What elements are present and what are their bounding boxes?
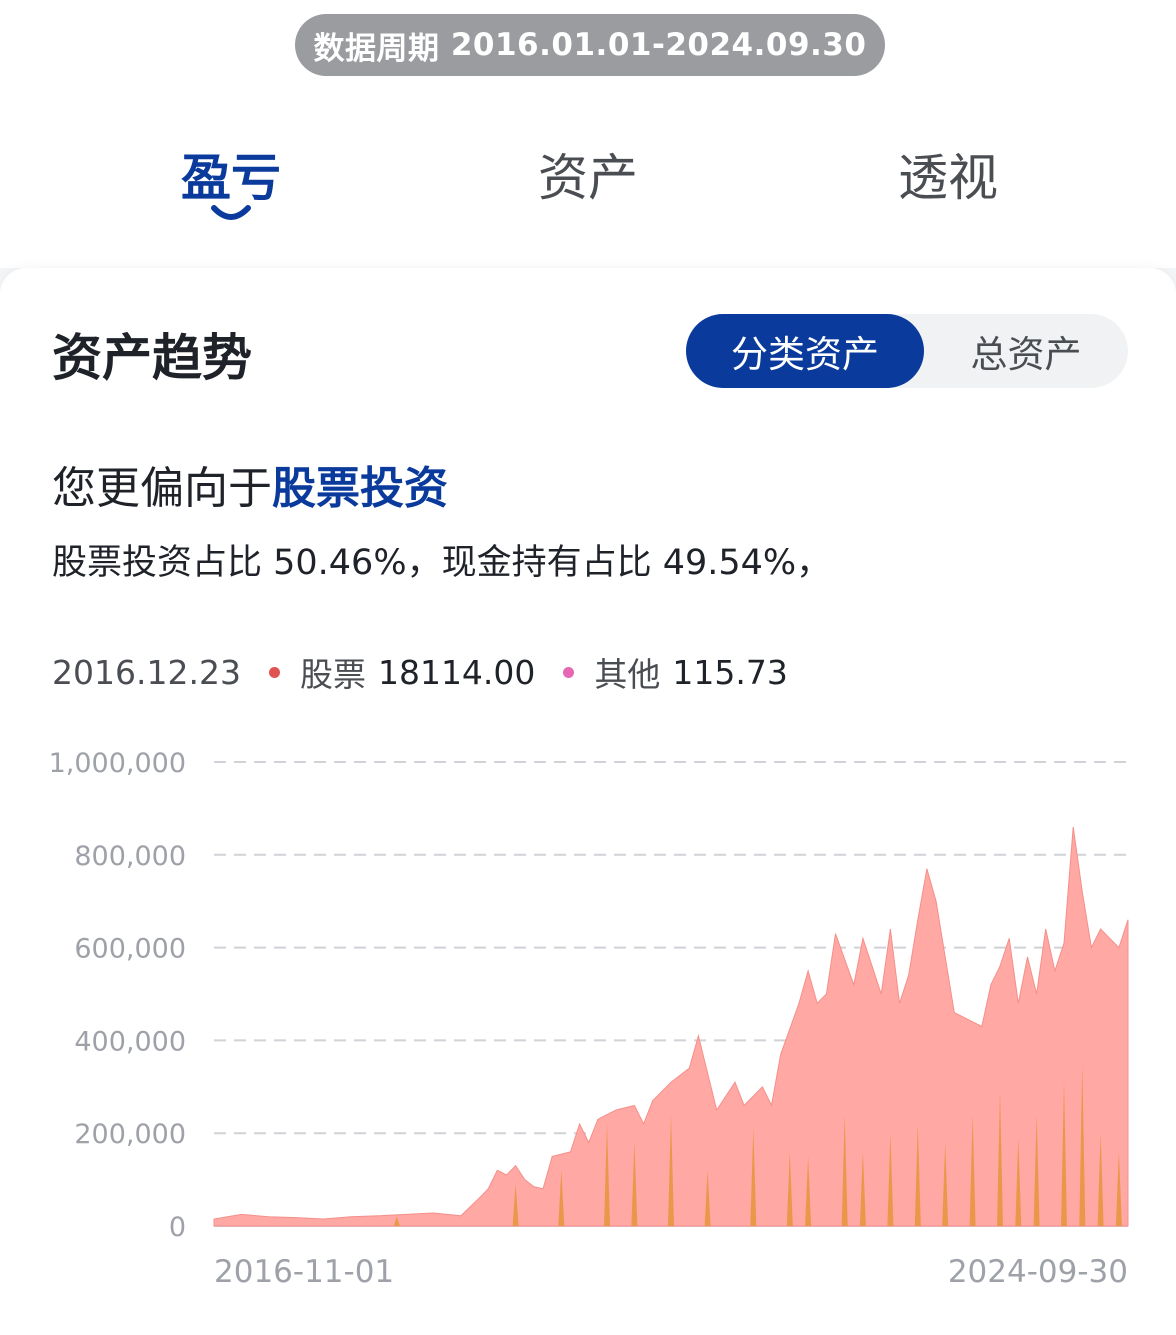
category-assets-button[interactable]: 分类资产 <box>686 314 924 388</box>
y-tick-label: 200,000 <box>74 1119 186 1150</box>
active-tab-smile-indicator <box>211 205 251 220</box>
section-title: 资产趋势 <box>52 329 252 387</box>
x-tick-label-start: 2016-11-01 <box>214 1254 394 1290</box>
tab-insight[interactable]: 透视 <box>848 138 1048 210</box>
x-tick-label-end: 2024-09-30 <box>948 1254 1128 1290</box>
tab-label: 盈亏 <box>181 149 281 207</box>
data-period-badge: 数据周期 2016.01.01-2024.09.30 <box>295 14 885 76</box>
top-header: 数据周期 2016.01.01-2024.09.30 盈亏 资产 透视 <box>0 0 1176 268</box>
stock-dot-icon <box>268 666 280 678</box>
period-range: 2016.01.01-2024.09.30 <box>450 27 867 63</box>
other-dot-icon <box>563 666 575 678</box>
preference-headline: 您更偏向于股票投资 <box>52 452 448 516</box>
asset-view-toggle: 分类资产 总资产 <box>686 314 1128 388</box>
total-assets-button[interactable]: 总资产 <box>924 314 1128 388</box>
legend-value-stock: 18114.00 <box>377 652 536 692</box>
y-tick-label: 400,000 <box>74 1026 186 1057</box>
tab-label: 透视 <box>898 149 998 207</box>
tooltip-date: 2016.12.23 <box>52 652 241 692</box>
y-tick-label: 600,000 <box>74 934 186 965</box>
allocation-summary: 股票投资占比 50.46%，现金持有占比 49.54%， <box>52 543 832 583</box>
headline-highlight: 股票投资 <box>272 463 448 514</box>
y-tick-label: 1,000,000 <box>49 748 186 779</box>
chart-tooltip-legend: 2016.12.23 股票 18114.00 其他 115.73 <box>52 648 788 696</box>
tab-label: 资产 <box>538 149 638 207</box>
tab-profit-loss[interactable]: 盈亏 <box>131 138 331 210</box>
asset-trend-chart[interactable]: 1,000,000 800,000 600,000 400,000 200,000 0 20… <box>0 730 1176 1320</box>
y-tick-label: 0 <box>169 1212 186 1243</box>
y-tick-label: 800,000 <box>74 841 186 872</box>
legend-name-stock: 股票 <box>299 655 366 694</box>
period-label: 数据周期 <box>313 30 440 67</box>
legend-name-other: 其他 <box>594 655 661 694</box>
legend-value-other: 115.73 <box>672 652 788 692</box>
tab-assets[interactable]: 资产 <box>488 138 688 210</box>
headline-prefix: 您更偏向于 <box>52 463 272 514</box>
